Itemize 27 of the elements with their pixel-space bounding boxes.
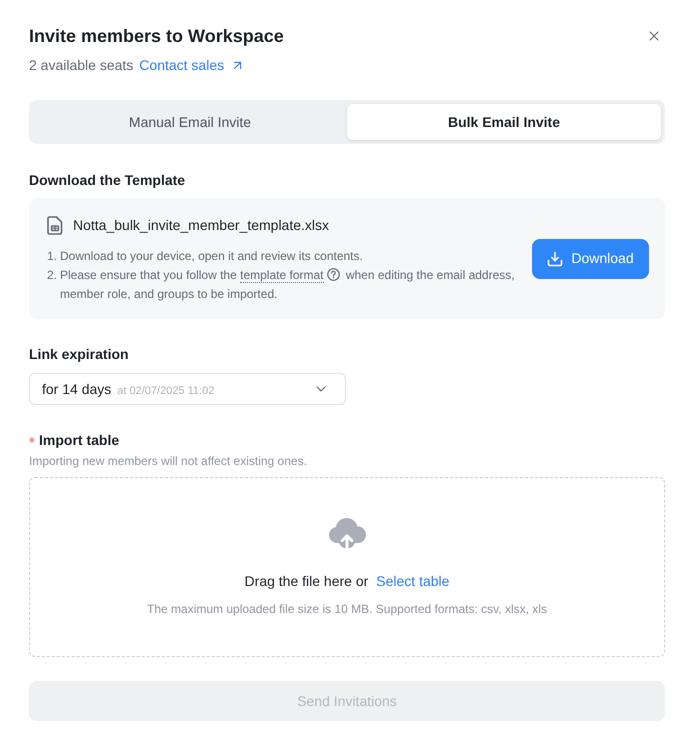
tab[interactable]: Manual Email Invite bbox=[33, 104, 347, 140]
available-seats-text: 2 available seats bbox=[29, 56, 134, 75]
expiration-select[interactable]: for 14 days at 02/07/2025 11:02 bbox=[29, 373, 346, 405]
step-text: Download to your device, open it and review its contents. bbox=[60, 248, 363, 265]
step-number: 2. bbox=[47, 267, 58, 284]
field-label: Import table bbox=[39, 431, 120, 450]
select-table-link[interactable]: Select table bbox=[376, 570, 450, 590]
tab[interactable]: Bulk Email Invite bbox=[347, 104, 661, 140]
drop-instruction: Drag the file here or bbox=[244, 572, 368, 590]
field-hint: Importing new members will not affect existing ones. bbox=[29, 453, 307, 470]
step-number: 1. bbox=[47, 248, 58, 265]
template-format-link[interactable]: template format bbox=[240, 268, 324, 283]
contact-sales-link[interactable]: Contact sales bbox=[139, 55, 246, 75]
expiry-date-text: at 02/07/2025 11:02 bbox=[117, 384, 214, 398]
file-drop-zone[interactable]: Drag the file here or Select table The maximum uploaded file size is 10 MB. Supported formats: csv, xlsx, xls bbox=[29, 477, 665, 657]
select-value: for 14 days bbox=[42, 380, 112, 399]
template-file-name: Notta_bulk_invite_member_template.xlsx bbox=[73, 216, 330, 235]
step-text: Please ensure that you follow the template format when editing the email address, member role, and groups to be imported. bbox=[60, 267, 516, 303]
dialog-title: Invite members to Workspace bbox=[29, 25, 284, 48]
field-label: Link expiration bbox=[29, 345, 129, 364]
download-button[interactable]: Download bbox=[532, 238, 649, 278]
spreadsheet-file-icon bbox=[47, 216, 63, 234]
cloud-upload-icon bbox=[328, 516, 366, 550]
download-icon bbox=[547, 250, 564, 266]
upload-limits-text: The maximum uploaded file size is 10 MB. Supported formats: csv, xlsx, xls bbox=[147, 600, 547, 618]
section-heading: Download the Template bbox=[29, 171, 186, 190]
help-icon[interactable] bbox=[326, 268, 340, 281]
